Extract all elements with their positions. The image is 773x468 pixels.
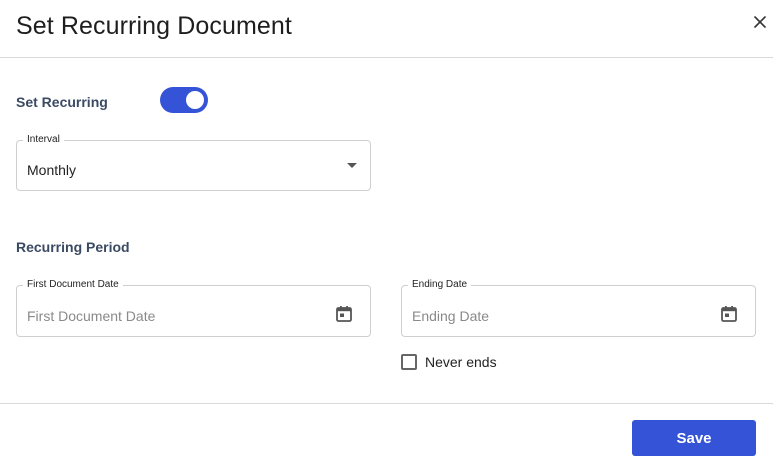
interval-value: Monthly bbox=[27, 162, 77, 178]
recurring-period-label: Recurring Period bbox=[16, 239, 130, 255]
set-recurring-label: Set Recurring bbox=[16, 94, 108, 110]
calendar-icon[interactable] bbox=[335, 305, 353, 323]
first-document-date-field[interactable]: First Document Date First Document Date bbox=[16, 279, 371, 337]
chevron-down-icon[interactable] bbox=[347, 163, 357, 168]
close-icon bbox=[754, 16, 766, 28]
first-document-date-label: First Document Date bbox=[23, 279, 123, 291]
set-recurring-dialog: Set Recurring Document Set Recurring Int… bbox=[0, 0, 773, 468]
set-recurring-toggle[interactable] bbox=[160, 87, 208, 113]
interval-select[interactable]: Interval Monthly bbox=[16, 134, 371, 191]
dialog-header: Set Recurring Document bbox=[0, 0, 773, 58]
close-button[interactable] bbox=[750, 12, 770, 32]
ending-date-label: Ending Date bbox=[408, 279, 472, 291]
ending-date-placeholder: Ending Date bbox=[412, 308, 490, 324]
save-button[interactable]: Save bbox=[632, 420, 756, 456]
dialog-title: Set Recurring Document bbox=[16, 12, 292, 40]
never-ends-checkbox[interactable] bbox=[401, 354, 417, 370]
ending-date-field[interactable]: Ending Date Ending Date bbox=[401, 279, 756, 337]
footer-divider bbox=[0, 403, 773, 404]
toggle-knob bbox=[186, 91, 204, 109]
first-document-date-placeholder: First Document Date bbox=[27, 308, 156, 324]
calendar-icon[interactable] bbox=[720, 305, 738, 323]
interval-label: Interval bbox=[23, 134, 64, 146]
never-ends-label[interactable]: Never ends bbox=[425, 354, 497, 370]
never-ends-row: Never ends bbox=[401, 353, 497, 371]
